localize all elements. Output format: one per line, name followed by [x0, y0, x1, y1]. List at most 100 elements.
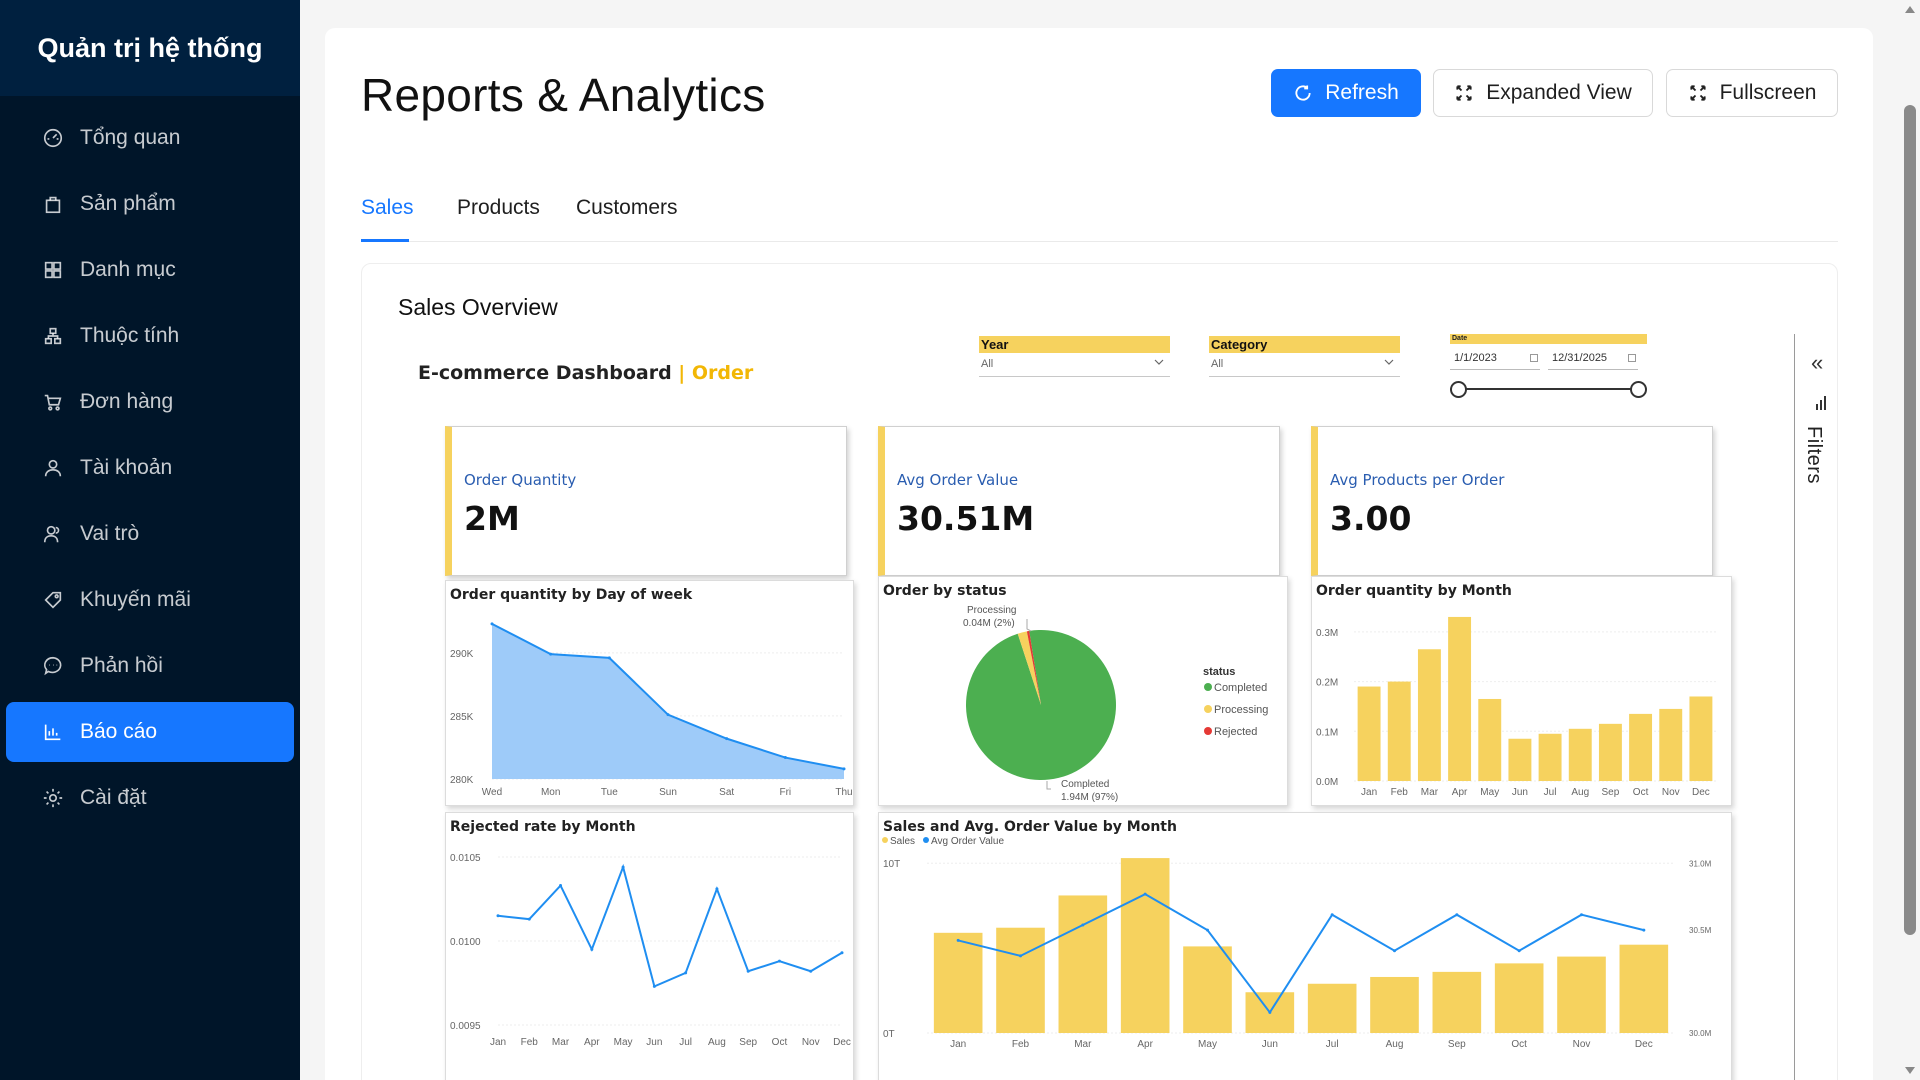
tab-sales[interactable]: Sales [361, 196, 414, 220]
sidebar-item-vai-tro[interactable]: Vai trò [6, 504, 294, 564]
category-slicer[interactable]: Category All [1209, 336, 1400, 377]
sidebar-item-tai-khoan[interactable]: Tài khoản [6, 438, 294, 498]
chart-order-by-status[interactable]: Order by status Processing 0.04M (2%) Comp… [878, 576, 1288, 806]
bar [1417, 649, 1441, 781]
x-tick-label: Nov [802, 1037, 820, 1048]
sidebar-item-label: Phản hồi [80, 654, 163, 677]
data-point [842, 767, 846, 771]
shopping-bag-icon [42, 193, 64, 215]
end-date-input[interactable]: 12/31/2025 [1548, 348, 1638, 370]
chart-order-qty-day-of-week[interactable]: Order quantity by Day of week 280K 285K 29… [445, 580, 854, 806]
date-slicer[interactable]: Date 1/1/2023 12/31/2025 [1450, 334, 1647, 398]
data-point [527, 917, 531, 921]
bar-chart: 0.0M 0.1M 0.2M 0.3M Jan Feb Mar Apr May Jun Jul Aug… [1316, 616, 1716, 798]
fullscreen-button[interactable]: Fullscreen [1666, 69, 1838, 117]
cluster-icon [42, 325, 64, 347]
sidebar-item-khuyen-mai[interactable]: Khuyến mãi [6, 570, 294, 630]
x-tick-label: Sep [1448, 1039, 1466, 1050]
x-tick-label: Wed [482, 787, 502, 798]
sidebar-item-bao-cao[interactable]: Báo cáo [6, 702, 294, 762]
data-point [809, 969, 813, 973]
sidebar-item-label: Vai trò [80, 522, 140, 545]
data-point [1268, 1010, 1272, 1014]
tab-products[interactable]: Products [457, 196, 540, 220]
kpi-value: 30.51M [897, 499, 1035, 538]
kpi-order-quantity: Order Quantity 2M [445, 426, 847, 576]
x-tick-label: Jul [1326, 1039, 1339, 1050]
sidebar-item-don-hang[interactable]: Đơn hàng [6, 372, 294, 432]
x-tick-label: Aug [1386, 1039, 1404, 1050]
sales-overview-title: Sales Overview [398, 294, 558, 320]
kpi-label: Order Quantity [464, 471, 577, 489]
slider-track [1458, 388, 1639, 390]
expanded-view-button[interactable]: Expanded View [1433, 69, 1653, 117]
slider-end-handle[interactable] [1630, 381, 1647, 398]
data-point [777, 959, 781, 963]
scroll-up-arrow[interactable] [1905, 6, 1915, 13]
x-tick-label: Jan [950, 1039, 966, 1050]
powerbi-report: E-commerce Dashboard | Order Year All Ca… [362, 334, 1837, 1080]
x-tick-label: Jun [646, 1037, 662, 1048]
bar [1568, 728, 1592, 781]
sidebar-item-san-pham[interactable]: Sản phẩm [6, 174, 294, 234]
chart-order-qty-by-month[interactable]: Order quantity by Month 0.0M 0.1M 0.2M 0.3M… [1311, 576, 1732, 806]
y-tick-label: 0.3M [1316, 628, 1338, 639]
fullscreen-label: Fullscreen [1719, 81, 1817, 104]
legend-marker [923, 837, 929, 843]
sidebar-item-cai-dat[interactable]: Cài đặt [6, 768, 294, 828]
x-tick-label: Fri [779, 787, 791, 798]
x-tick-label: Oct [772, 1037, 788, 1048]
data-point [1455, 913, 1459, 917]
sidebar-item-label: Tài khoản [80, 456, 173, 479]
bar [1478, 698, 1502, 781]
chart-sales-avg-order-value[interactable]: Sales and Avg. Order Value by Month Sale… [878, 812, 1732, 1080]
label-leader [1026, 619, 1032, 632]
data-point [1580, 913, 1583, 917]
team-icon [42, 523, 64, 545]
sidebar-item-thuoc-tinh[interactable]: Thuộc tính [6, 306, 294, 366]
data-point [746, 969, 750, 973]
data-point [549, 652, 553, 656]
sidebar-item-label: Cài đặt [80, 786, 147, 809]
year-slicer-dropdown[interactable]: All [979, 353, 1170, 377]
scrollbar-thumb[interactable] [1904, 105, 1916, 935]
bar [1432, 971, 1482, 1033]
label-leader [1046, 781, 1051, 790]
start-date-input[interactable]: 1/1/2023 [1450, 348, 1540, 370]
scroll-down-arrow[interactable] [1905, 1067, 1915, 1074]
filters-pane[interactable]: « Filters [1794, 334, 1837, 1080]
sidebar-item-label: Khuyến mãi [80, 588, 191, 611]
x-tick-label: Mar [1421, 787, 1439, 798]
sidebar-item-label: Đơn hàng [80, 390, 174, 413]
refresh-button[interactable]: Refresh [1271, 69, 1421, 117]
sidebar-item-danh-muc[interactable]: Danh mục [6, 240, 294, 300]
calendar-icon[interactable] [1530, 354, 1538, 362]
x-tick-label: Sun [659, 787, 677, 798]
category-slicer-dropdown[interactable]: All [1209, 353, 1400, 377]
collapse-filters-icon[interactable]: « [1811, 350, 1823, 376]
data-point [559, 884, 563, 888]
year-slicer[interactable]: Year All [979, 336, 1170, 377]
date-range-slider[interactable] [1450, 380, 1647, 398]
data-point [684, 971, 688, 975]
sidebar-item-tong-quan[interactable]: Tổng quan [6, 108, 294, 168]
slider-start-handle[interactable] [1450, 381, 1467, 398]
data-point [715, 887, 719, 891]
data-point [1206, 928, 1209, 932]
calendar-icon[interactable] [1628, 354, 1636, 362]
refresh-label: Refresh [1325, 81, 1399, 104]
chart-rejected-rate-by-month[interactable]: Rejected rate by Month 0.0095 0.0100 0.010… [445, 812, 854, 1080]
tab-customers[interactable]: Customers [576, 196, 678, 220]
area-fill [492, 623, 844, 779]
bar [1659, 708, 1683, 781]
category-slicer-label: Category [1209, 336, 1400, 353]
x-tick-label: Aug [1571, 787, 1589, 798]
sidebar-menu: Tổng quan Sản phẩm Danh mục Thuộc tính Đ… [0, 96, 300, 828]
page-scrollbar[interactable] [1900, 0, 1920, 1080]
dashboard-title-accent: | Order [678, 362, 754, 384]
data-point [840, 951, 844, 955]
y-tick-label: 280K [450, 775, 474, 786]
x-tick-label: Mar [552, 1037, 570, 1048]
sidebar-item-label: Danh mục [80, 258, 176, 281]
sidebar-item-phan-hoi[interactable]: Phản hồi [6, 636, 294, 696]
